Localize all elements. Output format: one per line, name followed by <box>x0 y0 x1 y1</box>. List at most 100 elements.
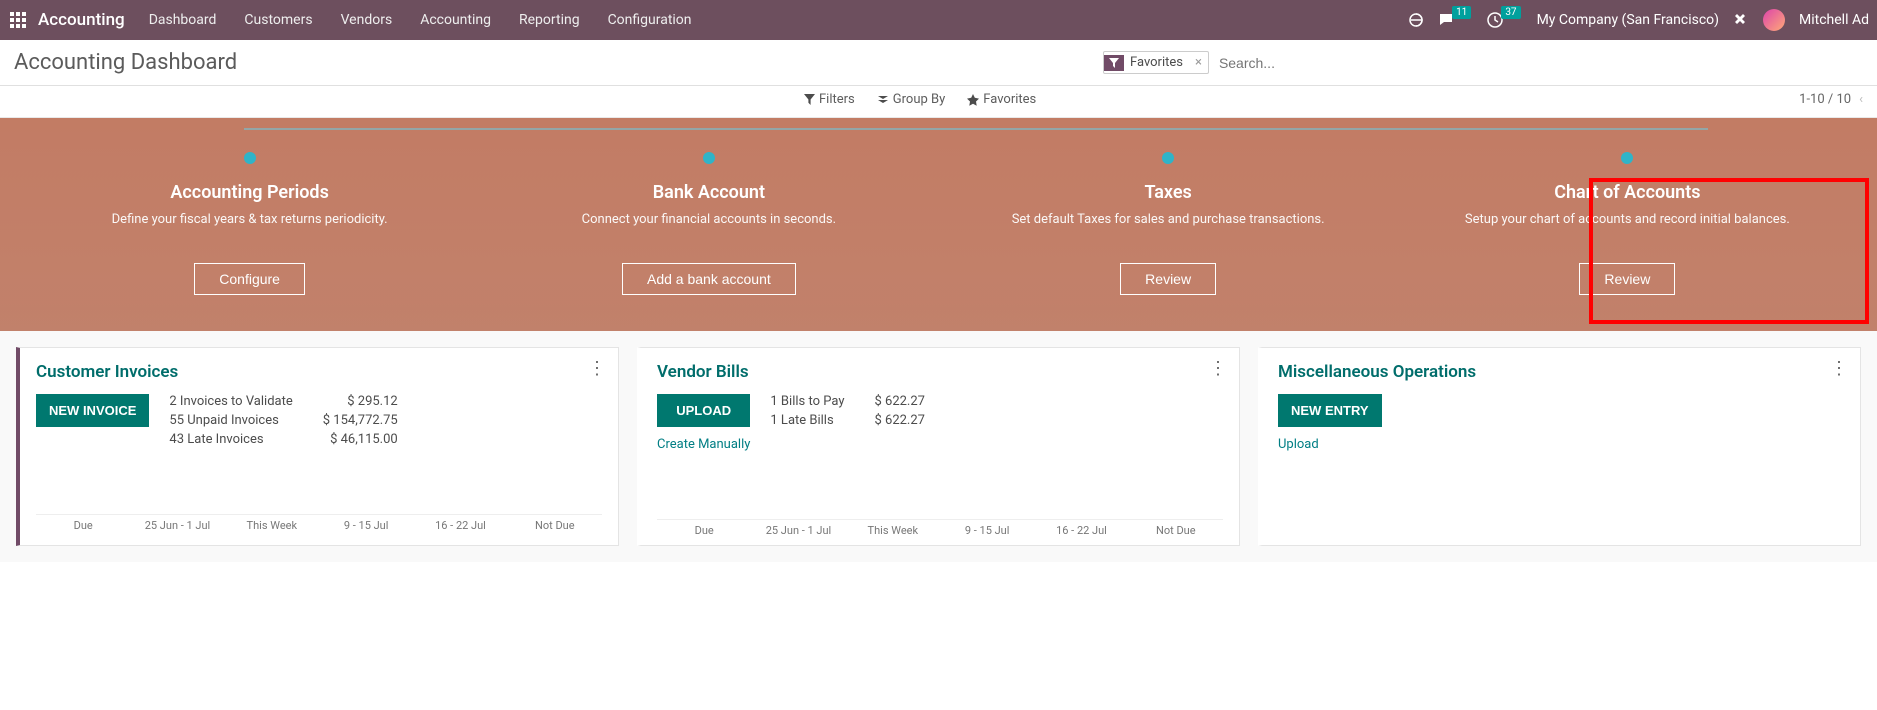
step-dot <box>703 152 715 164</box>
chart-xaxis: Due 25 Jun - 1 Jul This Week 9 - 15 Jul … <box>36 519 602 532</box>
step-dot <box>1162 152 1174 164</box>
x-label: This Week <box>846 524 940 537</box>
stat-label[interactable]: 43 Late Invoices <box>169 432 292 447</box>
card-title[interactable]: Customer Invoices <box>36 362 602 382</box>
step-desc: Connect your financial accounts in secon… <box>539 211 879 247</box>
facet-remove[interactable]: × <box>1189 55 1208 70</box>
stat-amount: $ 622.27 <box>874 394 925 409</box>
facet-label: Favorites <box>1124 52 1189 73</box>
messages-icon[interactable]: 11 <box>1438 12 1473 28</box>
main-menu: Dashboard Customers Vendors Accounting R… <box>145 4 696 36</box>
x-label: 25 Jun - 1 Jul <box>130 519 224 532</box>
bar-chart-invoices <box>36 465 602 515</box>
review-taxes-button[interactable]: Review <box>1120 263 1216 295</box>
app-title[interactable]: Accounting <box>38 10 125 30</box>
x-label: 16 - 22 Jul <box>1034 524 1128 537</box>
filters-button[interactable]: Filters <box>804 92 855 107</box>
bar-chart-bills <box>657 470 1223 520</box>
avatar[interactable] <box>1763 9 1785 31</box>
x-label: Not Due <box>1129 524 1223 537</box>
company-switcher[interactable]: My Company (San Francisco) <box>1537 12 1719 28</box>
search-area: Favorites × <box>1103 51 1863 75</box>
step-desc: Setup your chart of accounts and record … <box>1457 211 1797 247</box>
step-title: Bank Account <box>539 182 879 203</box>
configure-button[interactable]: Configure <box>194 263 305 295</box>
groupby-label: Group By <box>893 92 946 107</box>
card-menu-icon[interactable]: ⋮ <box>1830 358 1848 379</box>
upload-button[interactable]: UPLOAD <box>657 394 750 427</box>
x-label: Due <box>657 524 751 537</box>
favorites-label: Favorites <box>983 92 1036 107</box>
card-title[interactable]: Miscellaneous Operations <box>1278 362 1844 382</box>
x-label: Due <box>36 519 130 532</box>
support-icon[interactable] <box>1408 12 1424 28</box>
apps-icon[interactable] <box>8 10 28 30</box>
stat-amount: $ 154,772.75 <box>323 413 398 428</box>
filter-icon <box>1104 55 1124 71</box>
debug-icon[interactable] <box>1733 12 1749 28</box>
step-line <box>244 128 1708 130</box>
breadcrumb: Accounting Dashboard <box>14 50 237 75</box>
topbar: Accounting Dashboard Customers Vendors A… <box>0 0 1877 40</box>
search-input[interactable] <box>1215 51 1863 75</box>
stat-label[interactable]: 55 Unpaid Invoices <box>169 413 292 428</box>
create-manually-link[interactable]: Create Manually <box>657 437 750 452</box>
pager-prev[interactable]: ‹ <box>1859 92 1863 107</box>
filters-label: Filters <box>819 92 855 107</box>
groupby-button[interactable]: Group By <box>877 92 946 107</box>
x-label: 9 - 15 Jul <box>319 519 413 532</box>
control-panel: Accounting Dashboard Favorites × <box>0 40 1877 86</box>
card-misc-operations: Miscellaneous Operations ⋮ NEW ENTRY Upl… <box>1258 347 1861 546</box>
card-customer-invoices: Customer Invoices ⋮ NEW INVOICE 2 Invoic… <box>16 347 619 546</box>
card-title[interactable]: Vendor Bills <box>657 362 1223 382</box>
step-bank-account: Bank Account Connect your financial acco… <box>539 152 879 295</box>
step-dot <box>244 152 256 164</box>
x-label: 16 - 22 Jul <box>413 519 507 532</box>
add-bank-account-button[interactable]: Add a bank account <box>622 263 796 295</box>
topbar-right: 11 37 My Company (San Francisco) Mitchel… <box>1408 9 1869 31</box>
step-title: Accounting Periods <box>80 182 420 203</box>
step-taxes: Taxes Set default Taxes for sales and pu… <box>998 152 1338 295</box>
user-name[interactable]: Mitchell Ad <box>1799 12 1869 28</box>
menu-accounting[interactable]: Accounting <box>416 4 495 36</box>
step-desc: Define your fiscal years & tax returns p… <box>80 211 420 247</box>
step-title: Taxes <box>998 182 1338 203</box>
x-label: 9 - 15 Jul <box>940 524 1034 537</box>
chart-xaxis: Due 25 Jun - 1 Jul This Week 9 - 15 Jul … <box>657 524 1223 537</box>
new-invoice-button[interactable]: NEW INVOICE <box>36 394 149 427</box>
card-menu-icon[interactable]: ⋮ <box>588 358 606 379</box>
menu-reporting[interactable]: Reporting <box>515 4 584 36</box>
review-coa-button[interactable]: Review <box>1579 263 1675 295</box>
step-title: Chart of Accounts <box>1457 182 1797 203</box>
step-desc: Set default Taxes for sales and purchase… <box>998 211 1338 247</box>
stat-label[interactable]: 1 Bills to Pay <box>770 394 844 409</box>
activities-icon[interactable]: 37 <box>1487 12 1522 28</box>
card-vendor-bills: Vendor Bills ⋮ UPLOAD Create Manually 1 … <box>637 347 1240 546</box>
x-label: This Week <box>225 519 319 532</box>
step-accounting-periods: Accounting Periods Define your fiscal ye… <box>80 152 420 295</box>
stat-amount: $ 622.27 <box>874 413 925 428</box>
new-entry-button[interactable]: NEW ENTRY <box>1278 394 1382 427</box>
messages-badge: 11 <box>1452 6 1471 19</box>
menu-vendors[interactable]: Vendors <box>337 4 397 36</box>
onboarding-banner: Accounting Periods Define your fiscal ye… <box>0 118 1877 331</box>
pager: 1-10 / 10 ‹ <box>1799 92 1863 107</box>
x-label: 25 Jun - 1 Jul <box>751 524 845 537</box>
favorites-button[interactable]: Favorites <box>967 92 1036 107</box>
menu-customers[interactable]: Customers <box>240 4 316 36</box>
stat-amount: $ 46,115.00 <box>323 432 398 447</box>
menu-dashboard[interactable]: Dashboard <box>145 4 221 36</box>
stat-amount: $ 295.12 <box>323 394 398 409</box>
x-label: Not Due <box>508 519 602 532</box>
upload-link[interactable]: Upload <box>1278 437 1844 452</box>
pager-text[interactable]: 1-10 / 10 <box>1799 92 1851 107</box>
step-dot <box>1621 152 1633 164</box>
activities-badge: 37 <box>1501 6 1520 19</box>
step-chart-of-accounts: Chart of Accounts Setup your chart of ac… <box>1457 152 1797 295</box>
card-menu-icon[interactable]: ⋮ <box>1209 358 1227 379</box>
search-facet-favorites: Favorites × <box>1103 51 1209 74</box>
dashboard-kanban: Customer Invoices ⋮ NEW INVOICE 2 Invoic… <box>0 331 1877 562</box>
menu-configuration[interactable]: Configuration <box>604 4 696 36</box>
stat-label[interactable]: 2 Invoices to Validate <box>169 394 292 409</box>
stat-label[interactable]: 1 Late Bills <box>770 413 844 428</box>
